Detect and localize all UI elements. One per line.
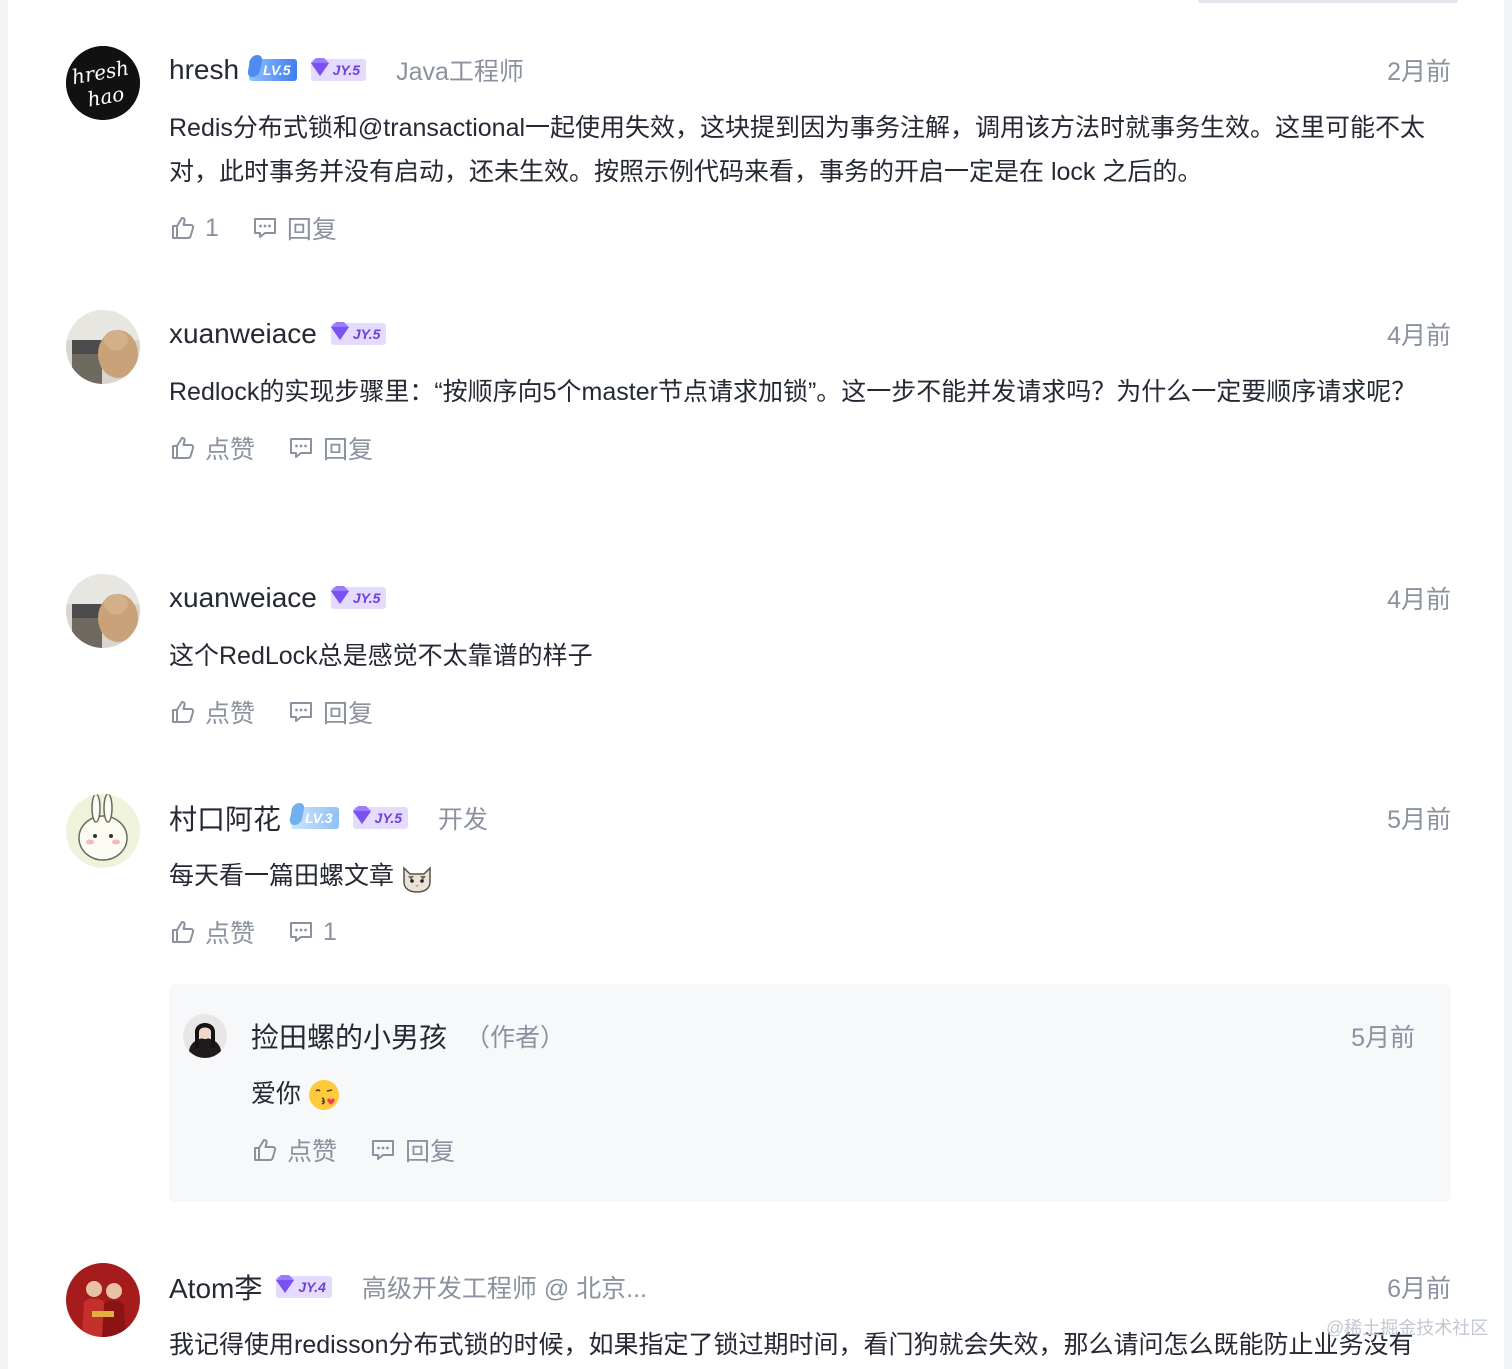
droplet-icon xyxy=(288,803,306,825)
comment-time: 5月前 xyxy=(1351,1024,1415,1052)
job-title: 高级开发工程师 @ 北京... xyxy=(361,1275,647,1303)
comment-time: 6月前 xyxy=(1387,1275,1451,1303)
cat-emoji-icon xyxy=(403,866,431,894)
avatar[interactable] xyxy=(66,794,140,868)
gem-icon xyxy=(276,1275,295,1293)
like-button[interactable]: 点赞 xyxy=(169,430,255,466)
comment-bubble-icon xyxy=(253,218,276,238)
jy-badge: JY.5 xyxy=(330,586,387,609)
username[interactable]: xuanweiace xyxy=(169,318,317,350)
job-title: Java工程师 xyxy=(396,58,524,86)
avatar-image xyxy=(66,310,140,384)
reply-button[interactable]: 回复 xyxy=(369,1132,455,1168)
avatar-image xyxy=(66,794,140,868)
avatar-image xyxy=(183,1014,227,1058)
top-divider xyxy=(1198,0,1458,3)
like-button[interactable]: 点赞 xyxy=(251,1132,337,1168)
thumbs-up-icon xyxy=(172,437,195,459)
like-button[interactable]: 点赞 xyxy=(169,914,255,950)
avatar[interactable] xyxy=(66,310,140,384)
comment-time: 2月前 xyxy=(1387,58,1451,86)
avatar[interactable] xyxy=(183,1014,227,1058)
reply-button[interactable]: 回复 xyxy=(251,210,337,246)
thumbs-up-icon xyxy=(172,921,195,943)
reply-button[interactable]: 1 xyxy=(287,918,337,947)
username[interactable]: Atom李 xyxy=(169,1267,262,1307)
username[interactable]: 捡田螺的小男孩 xyxy=(251,1016,447,1056)
reply-button[interactable]: 回复 xyxy=(287,694,373,730)
gem-icon xyxy=(330,586,349,604)
like-button[interactable]: 1 xyxy=(169,214,219,243)
avatar[interactable] xyxy=(66,1263,140,1337)
username[interactable]: hresh xyxy=(169,54,239,86)
level-badge: LV.3 xyxy=(288,803,339,829)
reply-button[interactable]: 回复 xyxy=(287,430,373,466)
gem-icon xyxy=(352,806,371,824)
reply-text: 爱你 xyxy=(251,1072,1415,1116)
jy-badge: JY.4 xyxy=(276,1275,332,1298)
thumbs-up-icon xyxy=(254,1139,277,1161)
username[interactable]: xuanweiace xyxy=(169,582,317,614)
comment-time: 4月前 xyxy=(1387,586,1451,614)
comment-text: 每天看一篇田螺文章 xyxy=(169,854,1451,898)
thumbs-up-icon xyxy=(172,217,195,239)
droplet-icon xyxy=(246,55,264,77)
comment-bubble-icon xyxy=(372,1140,395,1160)
comment-bubble-icon xyxy=(290,702,313,722)
job-title: 开发 xyxy=(438,806,489,834)
comment-text: Redis分布式锁和@transactional一起使用失效，这块提到因为事务注… xyxy=(169,114,1426,186)
username[interactable]: 村口阿花 xyxy=(169,798,281,838)
comment-bubble-icon xyxy=(290,438,313,458)
avatar[interactable] xyxy=(66,574,140,648)
jy-badge: JY.5 xyxy=(330,322,387,345)
avatar-image xyxy=(66,1263,140,1337)
comment-time: 4月前 xyxy=(1387,322,1451,350)
jy-badge: JY.5 xyxy=(352,806,409,829)
reply-block: 捡田螺的小男孩 （作者） 5月前 爱你 点赞 回复 xyxy=(169,984,1451,1202)
comment-time: 5月前 xyxy=(1387,806,1451,834)
like-button[interactable]: 点赞 xyxy=(169,694,255,730)
gem-icon xyxy=(310,58,329,76)
avatar[interactable]: hresh hao xyxy=(66,46,140,120)
watermark: @稀土掘金技术社区 xyxy=(1326,1318,1489,1338)
avatar-image xyxy=(66,574,140,648)
comment-list-panel: hresh hao hresh LV.5 JY.5 Java工程师 2月前 Re… xyxy=(8,0,1504,1369)
level-badge: LV.5 xyxy=(246,55,297,81)
gem-icon xyxy=(330,322,349,340)
avatar-image: hresh hao xyxy=(66,46,140,120)
comment-text: Redlock的实现步骤里：“按顺序向5个master节点请求加锁”。这一步不能… xyxy=(169,378,1417,406)
comment-bubble-icon xyxy=(290,922,313,942)
jy-badge: JY.5 xyxy=(310,58,367,81)
thumbs-up-icon xyxy=(172,701,195,723)
author-tag: （作者） xyxy=(465,1024,566,1052)
comment-text: 我记得使用redisson分布式锁的时候，如果指定了锁过期时间，看门狗就会失效，… xyxy=(169,1331,1414,1359)
kiss-emoji-icon xyxy=(309,1080,340,1111)
comment-text: 这个RedLock总是感觉不太靠谱的样子 xyxy=(169,642,593,670)
